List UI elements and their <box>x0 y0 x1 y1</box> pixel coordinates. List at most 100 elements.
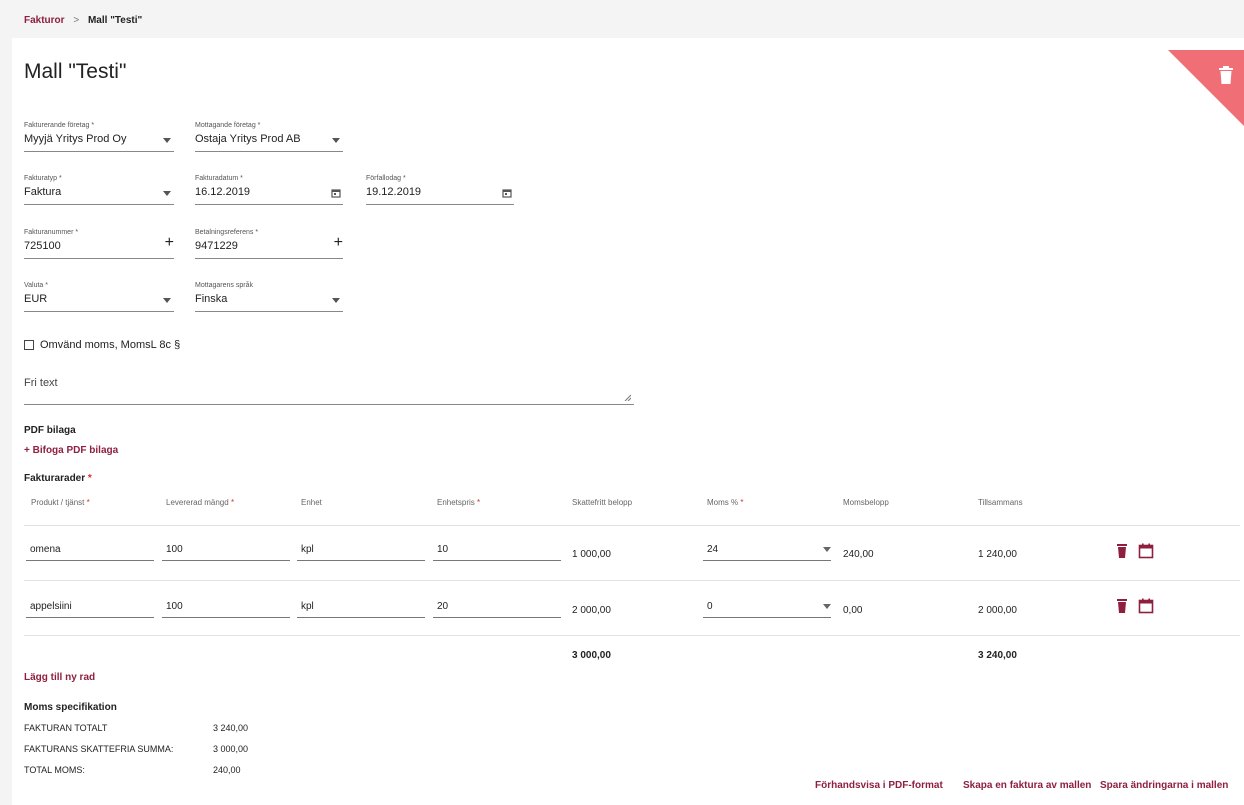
delete-row-trash-icon[interactable] <box>1114 543 1130 559</box>
vat-pct-select[interactable]: 0 <box>703 596 831 618</box>
reverse-vat-label: Omvänd moms, MomsL 8c § <box>40 339 181 351</box>
product-input[interactable]: appelsiini <box>26 596 154 618</box>
left-gutter <box>0 38 12 805</box>
save-template-button[interactable]: Spara ändringarna i mallen <box>1100 780 1228 791</box>
receiving-company-label: Mottagande företag * <box>195 122 261 129</box>
pdf-attachment-title: PDF bilaga <box>24 425 76 436</box>
breadcrumb: Fakturor > Mall "Testi" <box>24 15 142 26</box>
vat-spec-value: 240,00 <box>213 765 241 775</box>
calendar-icon[interactable] <box>331 188 341 198</box>
free-text-textarea[interactable]: Fri text <box>24 377 634 405</box>
receiving-company-select[interactable]: Mottagande företag * Ostaja Yritys Prod … <box>195 122 343 152</box>
breadcrumb-invoices-link[interactable]: Fakturor <box>24 15 65 26</box>
unit-price-input[interactable]: 10 <box>433 539 561 561</box>
header-vat-pct: Moms % * <box>707 498 744 507</box>
attach-pdf-link[interactable]: + Bifoga PDF bilaga <box>24 445 118 456</box>
vat-spec-title: Moms specifikation <box>24 702 117 713</box>
invoice-date-value: 16.12.2019 <box>195 186 251 198</box>
receiving-company-value: Ostaja Yritys Prod AB <box>195 133 301 145</box>
currency-label: Valuta * <box>24 282 48 289</box>
unit-input[interactable]: kpl <box>297 539 425 561</box>
dropdown-arrow-icon <box>332 138 340 143</box>
recipient-language-label: Mottagarens språk <box>195 282 253 289</box>
invoice-type-value: Faktura <box>24 186 62 198</box>
dropdown-arrow-icon <box>332 298 340 303</box>
header-unit-price: Enhetspris * <box>437 498 481 507</box>
header-vat-amount: Momsbelopp <box>843 498 889 507</box>
reverse-vat-checkbox[interactable] <box>24 340 34 350</box>
free-text-label: Fri text <box>24 377 58 389</box>
divider <box>24 580 1240 581</box>
add-row-link[interactable]: Lägg till ny rad <box>24 672 95 683</box>
dropdown-arrow-icon <box>163 138 171 143</box>
vat-pct-select[interactable]: 24 <box>703 539 831 561</box>
invoice-date-label: Fakturadatum * <box>195 175 243 182</box>
invoice-rows-title-text: Fakturarader <box>24 473 86 484</box>
dropdown-arrow-icon <box>163 298 171 303</box>
dropdown-arrow-icon <box>823 604 831 609</box>
vat-amount-value: 0,00 <box>843 605 863 616</box>
calendar-icon[interactable] <box>502 188 512 198</box>
invoice-number-label: Fakturanummer * <box>24 229 79 236</box>
dropdown-arrow-icon <box>163 191 171 196</box>
invoice-number-field[interactable]: Fakturanummer * 725100 + <box>24 229 174 259</box>
top-bar: Fakturor > Mall "Testi" <box>0 0 1244 38</box>
divider <box>24 635 1240 636</box>
vat-spec-value: 3 000,00 <box>213 744 249 754</box>
billing-company-label: Fakturerande företag * <box>24 122 95 129</box>
due-date-label: Förfallodag * <box>366 175 406 182</box>
vat-spec-value: 3 240,00 <box>213 723 249 733</box>
trash-icon[interactable] <box>1218 66 1234 84</box>
quantity-input[interactable]: 100 <box>162 596 290 618</box>
vat-amount-value: 240,00 <box>843 549 874 560</box>
vat-spec-label: TOTAL MOMS: <box>24 765 85 775</box>
preview-pdf-button[interactable]: Förhandsvisa i PDF-format <box>815 780 943 791</box>
payment-reference-field[interactable]: Betalningsreferens * 9471229 + <box>195 229 343 259</box>
currency-value: EUR <box>24 293 48 305</box>
plus-icon[interactable]: + <box>334 235 343 251</box>
breadcrumb-current: Mall "Testi" <box>87 15 143 26</box>
payment-reference-value: 9471229 <box>195 240 238 252</box>
plus-icon[interactable]: + <box>165 235 174 251</box>
resize-handle-icon[interactable] <box>624 394 631 401</box>
tax-free-value: 1 000,00 <box>572 549 611 560</box>
invoice-date-field[interactable]: Fakturadatum * 16.12.2019 <box>195 175 343 205</box>
billing-company-value: Myyjä Yritys Prod Oy <box>24 133 127 145</box>
payment-reference-label: Betalningsreferens * <box>195 229 259 236</box>
vat-spec-label: FAKTURANS SKATTEFRIA SUMMA: <box>24 744 174 754</box>
row-total-value: 1 240,00 <box>978 549 1017 560</box>
tax-free-value: 2 000,00 <box>572 605 611 616</box>
calendar-icon[interactable] <box>1138 598 1154 614</box>
header-total: Tillsammans <box>978 498 1023 507</box>
invoice-rows-title: Fakturarader * <box>24 473 92 484</box>
header-tax-free: Skattefritt belopp <box>572 498 633 507</box>
due-date-field[interactable]: Förfallodag * 19.12.2019 <box>366 175 514 205</box>
create-invoice-button[interactable]: Skapa en faktura av mallen <box>963 780 1091 791</box>
header-quantity: Levererad mängd * <box>166 498 235 507</box>
invoice-number-value: 725100 <box>24 240 61 252</box>
currency-select[interactable]: Valuta * EUR <box>24 282 174 312</box>
unit-price-input[interactable]: 20 <box>433 596 561 618</box>
due-date-value: 19.12.2019 <box>366 186 422 198</box>
delete-row-trash-icon[interactable] <box>1114 598 1130 614</box>
recipient-language-value: Finska <box>195 293 228 305</box>
dropdown-arrow-icon <box>823 547 831 552</box>
page-title: Mall "Testi" <box>24 60 127 83</box>
delete-corner <box>1168 50 1244 126</box>
required-mark: * <box>87 473 92 484</box>
sum-tax-free: 3 000,00 <box>572 650 611 661</box>
calendar-icon[interactable] <box>1138 543 1154 559</box>
sum-total: 3 240,00 <box>978 650 1017 661</box>
recipient-language-select[interactable]: Mottagarens språk Finska <box>195 282 343 312</box>
divider <box>24 525 1240 526</box>
invoice-type-label: Fakturatyp * <box>24 175 62 182</box>
reverse-vat-checkbox-row[interactable]: Omvänd moms, MomsL 8c § <box>24 339 180 351</box>
row-total-value: 2 000,00 <box>978 605 1017 616</box>
billing-company-select[interactable]: Fakturerande företag * Myyjä Yritys Prod… <box>24 122 174 152</box>
invoice-type-select[interactable]: Fakturatyp * Faktura <box>24 175 174 205</box>
header-unit: Enhet <box>301 498 322 507</box>
product-input[interactable]: omena <box>26 539 154 561</box>
vat-spec-label: FAKTURAN TOTALT <box>24 723 108 733</box>
unit-input[interactable]: kpl <box>297 596 425 618</box>
quantity-input[interactable]: 100 <box>162 539 290 561</box>
